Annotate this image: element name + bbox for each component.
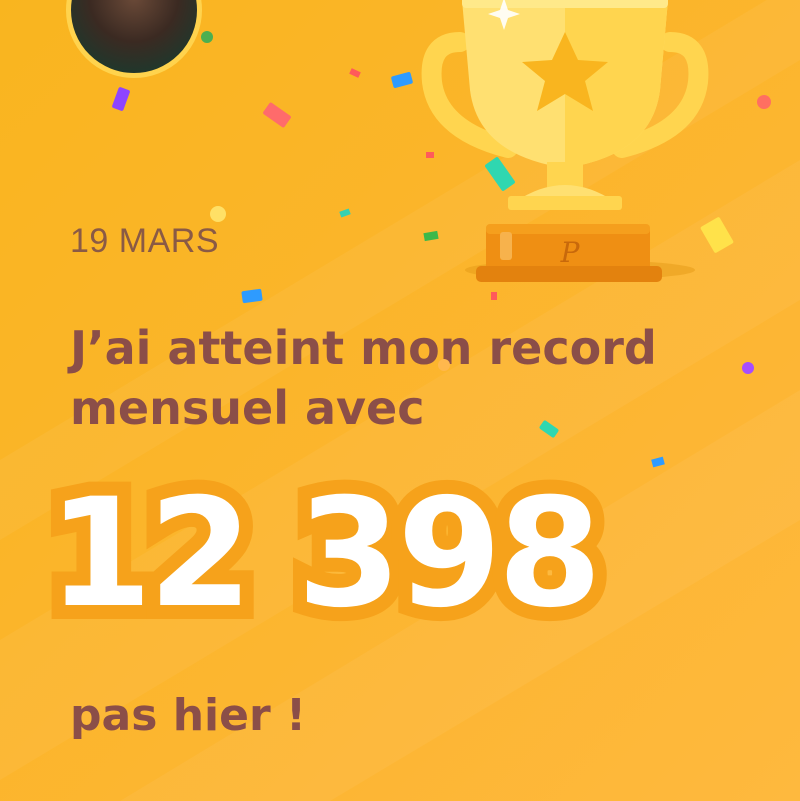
trophy-icon: P [421,0,709,282]
post-date: 19 MARS [70,222,219,260]
achievement-card: P 19 MARS J’ai atteint mon record mensue… [0,0,800,801]
achievement-footer: pas hier ! [70,690,307,741]
step-count: 12 398 [34,460,616,648]
svg-text:P: P [560,236,581,269]
achievement-headline: J’ai atteint mon record mensuel avec [70,321,657,435]
